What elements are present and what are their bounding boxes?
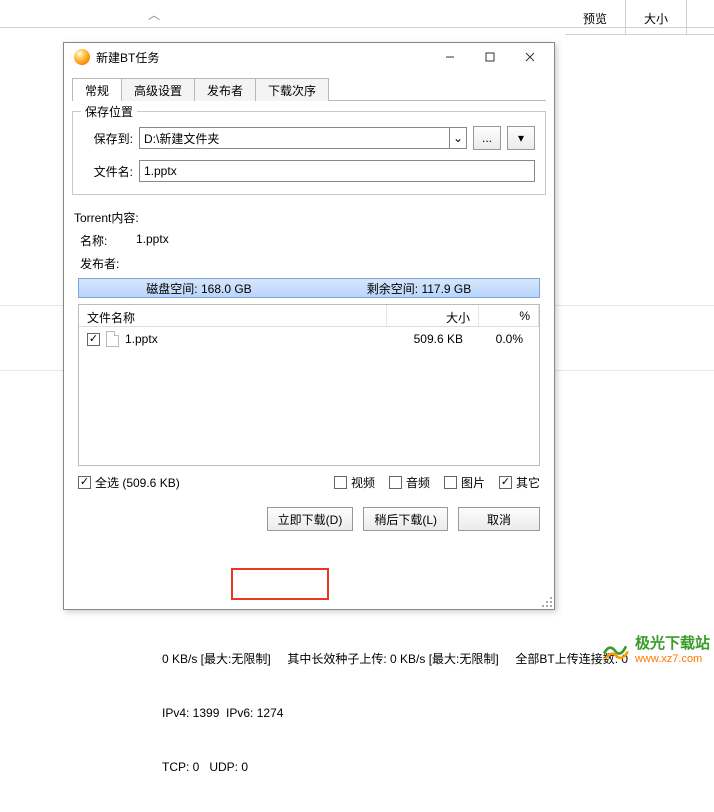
background-column-headers: 预览 大小 — [565, 0, 714, 35]
tab-bar: 常规 高级设置 发布者 下载次序 — [72, 77, 546, 101]
filename-input[interactable] — [139, 160, 535, 182]
file-icon — [106, 331, 119, 347]
file-size-cell: 509.6 KB — [379, 332, 471, 346]
filter-image-checkbox[interactable]: 图片 — [444, 474, 485, 491]
torrent-content-header: Torrent内容: — [74, 209, 546, 226]
app-icon — [74, 49, 90, 65]
checkbox-icon — [444, 476, 457, 489]
minimize-button[interactable] — [430, 45, 470, 69]
save-location-group: 保存位置 保存到: ⌄ ... ▾ 文件名: — [72, 111, 546, 195]
tab-order[interactable]: 下载次序 — [256, 78, 329, 101]
watermark-name: 极光下载站 — [635, 632, 710, 653]
download-later-button[interactable]: 稍后下载(L) — [363, 507, 448, 531]
filter-video-checkbox[interactable]: 视频 — [334, 474, 375, 491]
checkbox-icon — [334, 476, 347, 489]
button-row: 立即下载(D) 稍后下载(L) 取消 — [72, 507, 540, 531]
filter-other-checkbox[interactable]: 其它 — [499, 474, 540, 491]
caret-down-icon: ▾ — [518, 131, 524, 145]
watermark-logo-icon — [601, 635, 629, 663]
torrent-publisher-label: 发布者: — [80, 255, 136, 272]
group-title-save: 保存位置 — [81, 103, 137, 120]
save-to-input[interactable] — [139, 127, 449, 149]
checkbox-icon — [499, 476, 512, 489]
file-checkbox[interactable] — [87, 333, 100, 346]
col-header-size[interactable]: 大小 — [626, 0, 687, 34]
titlebar[interactable]: 新建BT任务 — [64, 43, 554, 71]
resize-grip-icon[interactable] — [540, 595, 552, 607]
save-to-dropdown-button[interactable]: ⌄ — [449, 127, 467, 149]
checkbox-icon — [78, 476, 91, 489]
filter-row: 全选 (509.6 KB) 视频 音频 图片 其它 — [78, 474, 540, 491]
file-percent-cell: 0.0% — [471, 332, 531, 346]
checkbox-icon — [389, 476, 402, 489]
torrent-name-value: 1.pptx — [136, 232, 169, 249]
dialog-title: 新建BT任务 — [96, 49, 159, 66]
chevron-down-icon[interactable]: ︿ — [148, 6, 160, 23]
maximize-button[interactable] — [470, 45, 510, 69]
tab-publisher[interactable]: 发布者 — [195, 78, 256, 101]
download-now-button[interactable]: 立即下载(D) — [267, 507, 354, 531]
col-header-percent[interactable]: % — [479, 305, 539, 326]
file-table: 文件名称 大小 % 1.pptx 509.6 KB 0.0% — [78, 304, 540, 466]
cancel-button[interactable]: 取消 — [458, 507, 540, 531]
disk-space-bar: 磁盘空间: 168.0 GB 剩余空间: 117.9 GB — [78, 278, 540, 298]
table-row[interactable]: 1.pptx 509.6 KB 0.0% — [79, 327, 539, 351]
file-name-cell: 1.pptx — [125, 332, 379, 346]
col-header-preview[interactable]: 预览 — [565, 0, 626, 34]
browse-button[interactable]: ... — [473, 126, 501, 150]
filename-label: 文件名: — [83, 163, 133, 180]
tab-general[interactable]: 常规 — [72, 78, 122, 101]
history-dropdown-button[interactable]: ▾ — [507, 126, 535, 150]
torrent-name-label: 名称: — [80, 232, 136, 249]
filter-audio-checkbox[interactable]: 音频 — [389, 474, 430, 491]
save-to-label: 保存到: — [83, 130, 133, 147]
watermark: 极光下载站 www.xz7.com — [601, 632, 710, 665]
chevron-down-icon: ⌄ — [453, 131, 463, 145]
new-bt-task-dialog: 新建BT任务 常规 高级设置 发布者 下载次序 保存位置 保存到: ⌄ ... … — [63, 42, 555, 610]
col-header-filename[interactable]: 文件名称 — [79, 305, 387, 326]
tab-advanced[interactable]: 高级设置 — [122, 78, 195, 101]
select-all-checkbox[interactable]: 全选 (509.6 KB) — [78, 474, 180, 491]
file-table-header: 文件名称 大小 % — [79, 305, 539, 327]
col-header-filesize[interactable]: 大小 — [387, 305, 479, 326]
watermark-url: www.xz7.com — [635, 653, 710, 665]
close-button[interactable] — [510, 45, 550, 69]
